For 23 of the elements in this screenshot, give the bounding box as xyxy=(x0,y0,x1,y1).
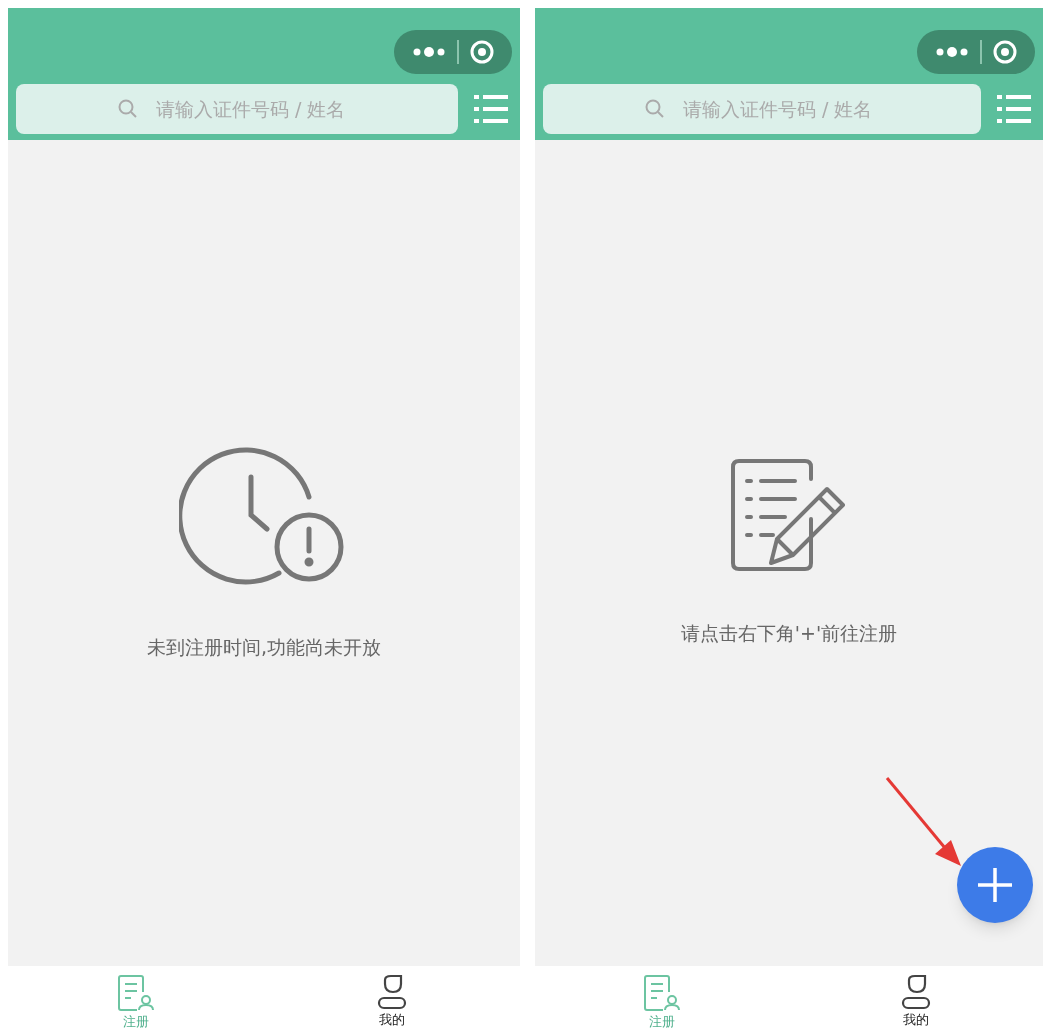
document-person-icon xyxy=(117,974,155,1012)
empty-message: 请点击右下角'+'前往注册 xyxy=(680,620,898,646)
person-icon xyxy=(377,974,407,1010)
search-field[interactable]: 请输入证件号码 / 姓名 xyxy=(543,84,981,134)
list-icon[interactable] xyxy=(997,95,1031,123)
document-pencil-icon xyxy=(731,458,847,571)
search-field[interactable]: 请输入证件号码 / 姓名 xyxy=(16,84,458,134)
search-icon xyxy=(645,99,665,119)
add-button[interactable] xyxy=(957,847,1033,923)
plus-icon xyxy=(978,868,1012,902)
tab[interactable]: 我的 xyxy=(789,966,1043,1034)
close-target-icon[interactable] xyxy=(470,40,495,64)
person-icon xyxy=(901,974,931,1010)
more-icon[interactable] xyxy=(411,47,446,57)
search-icon xyxy=(118,99,138,119)
tab[interactable]: 我的 xyxy=(264,966,520,1034)
document-person-icon xyxy=(643,974,681,1012)
empty-message: 未到注册时间,功能尚未开放 xyxy=(146,634,381,660)
more-icon[interactable] xyxy=(934,47,969,57)
list-icon[interactable] xyxy=(474,95,508,123)
capsule-menu[interactable] xyxy=(917,30,1035,74)
capsule-menu[interactable] xyxy=(394,30,512,74)
close-target-icon[interactable] xyxy=(993,40,1018,64)
